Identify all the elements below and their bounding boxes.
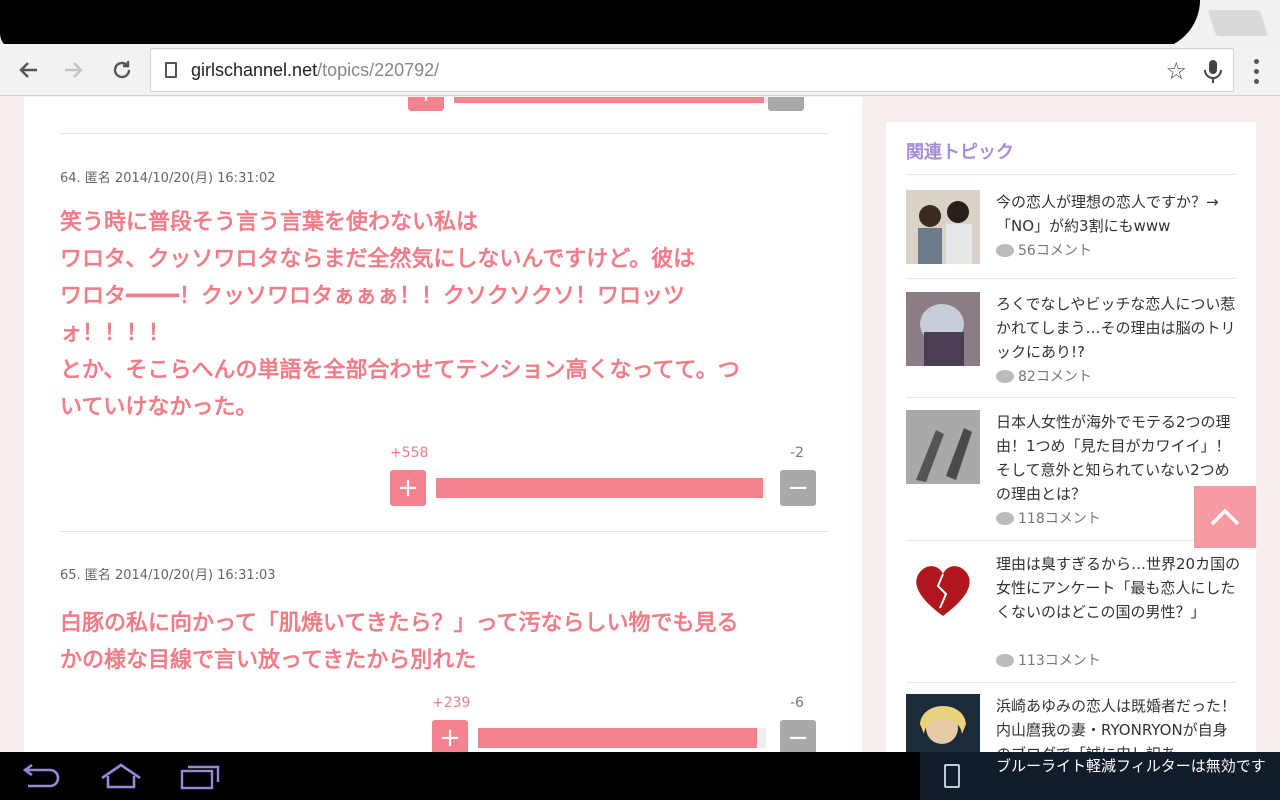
plus-button[interactable]: + xyxy=(408,97,444,111)
comment-line: ォ！！！！ xyxy=(60,321,171,346)
related-topic-title[interactable]: 今の恋人が理想の恋人ですか？→「NO」が約3割にもwww xyxy=(996,190,1242,238)
comment-line: いていけなかった。 xyxy=(60,395,258,420)
comment-line: とか、そこらへんの単語を全部合わせてテンション高くなってて。つ xyxy=(60,358,740,383)
comment-count: 56コメント xyxy=(996,240,1092,260)
divider xyxy=(906,682,1236,683)
vote-bar xyxy=(436,478,766,498)
back-button[interactable] xyxy=(10,52,46,88)
vote-bar xyxy=(454,97,784,103)
redaction-overlay xyxy=(0,0,1200,50)
minus-button[interactable]: − xyxy=(768,97,804,111)
divider xyxy=(906,540,1236,541)
divider xyxy=(906,278,1236,279)
topic-comments: + − 64. 匿名 2014/10/20(月) 16:31:02 笑う時に普段… xyxy=(24,97,862,757)
topic-thumbnail xyxy=(906,190,980,264)
page-icon xyxy=(165,62,177,78)
plus-button[interactable]: + xyxy=(432,720,468,756)
reload-button[interactable] xyxy=(104,52,140,88)
plus-button[interactable]: + xyxy=(390,470,426,506)
status-bar xyxy=(0,0,1280,50)
comment-bubble-icon xyxy=(996,243,1014,257)
divider xyxy=(906,174,1236,175)
comment-line: 笑う時に普段そう言う言葉を使わない私は xyxy=(60,210,479,235)
comment-count: 113コメント xyxy=(996,650,1101,670)
comment-bubble-icon xyxy=(996,653,1014,667)
minus-count: -2 xyxy=(790,445,804,461)
url-bar[interactable]: girlschannel.net/topics/220792/ ☆ xyxy=(150,48,1234,92)
comment-line: 白豚の私に向かって「肌焼いてきたら？」って汚ならしい物でも見る xyxy=(60,611,739,636)
system-home-icon[interactable] xyxy=(98,762,144,790)
comment-bubble-icon xyxy=(996,369,1014,383)
vote-bar-fill xyxy=(478,728,758,748)
overflow-menu-icon[interactable] xyxy=(1244,56,1268,86)
related-topic-title[interactable]: ろくでなしやビッチな恋人につい惹かれてしまう…その理由は脳のトリックにあり!? xyxy=(996,292,1242,364)
forward-arrow-icon xyxy=(65,62,83,78)
topic-thumbnail xyxy=(906,292,980,366)
url-host: girlschannel.net xyxy=(191,60,318,80)
system-back-icon[interactable] xyxy=(20,762,60,790)
topic-thumbnail xyxy=(906,410,980,484)
comment-count: 118コメント xyxy=(996,508,1101,528)
browser-toolbar: girlschannel.net/topics/220792/ ☆ xyxy=(0,44,1280,96)
comment-line: かの様な目線で言い放ってきたから別れた xyxy=(60,648,477,673)
comment-meta: 65. 匿名 2014/10/20(月) 16:31:03 xyxy=(60,568,276,583)
system-recents-icon[interactable] xyxy=(178,762,222,790)
notification-text: ブルーライト軽減フィルターは無効です xyxy=(996,757,1266,775)
scroll-to-top-button[interactable] xyxy=(1194,486,1256,548)
vote-bar-fill xyxy=(436,478,763,498)
plus-count: +239 xyxy=(432,695,471,711)
notification-area[interactable]: ブルーライト軽減フィルターは無効です xyxy=(920,752,1280,800)
comment-count-text: 113コメント xyxy=(1018,653,1101,669)
bookmark-star-icon[interactable]: ☆ xyxy=(1165,57,1187,85)
comment-body: 白豚の私に向かって「肌焼いてきたら？」って汚ならしい物でも見る かの様な目線で言… xyxy=(60,605,830,679)
comment-line: ワロタ━━━━！クッソワロタぁぁぁ！！クソクソクソ！ワロッツ xyxy=(60,284,685,309)
comment-count-text: 118コメント xyxy=(1018,511,1101,527)
microphone-icon[interactable] xyxy=(1201,58,1225,84)
chevron-up-icon xyxy=(1210,508,1240,526)
plus-count: +558 xyxy=(390,445,429,461)
related-topics-sidebar: 関連トピック 今の恋人が理想の恋人ですか？→「NO」が約3割にもwww 56コメ… xyxy=(886,122,1256,762)
new-tab-icon[interactable] xyxy=(1207,10,1269,36)
comment-count-text: 82コメント xyxy=(1018,369,1092,385)
divider xyxy=(906,397,1236,398)
reload-icon xyxy=(113,61,131,79)
vote-row: + − xyxy=(390,470,816,510)
broken-heart-icon xyxy=(906,552,980,626)
comment-count-text: 56コメント xyxy=(1018,243,1092,259)
back-arrow-icon xyxy=(19,62,37,78)
comment-count: 82コメント xyxy=(996,366,1092,386)
divider xyxy=(60,133,828,134)
comment-meta: 64. 匿名 2014/10/20(月) 16:31:02 xyxy=(60,171,276,186)
related-topics-title: 関連トピック xyxy=(906,142,1014,163)
phone-icon xyxy=(944,764,960,788)
comment-body: 笑う時に普段そう言う言葉を使わない私は ワロタ、クッソワロタならまだ全然気にしな… xyxy=(60,204,830,426)
comment-line: ワロタ、クッソワロタならまだ全然気にしないんですけど。彼は xyxy=(60,247,696,272)
minus-count: -6 xyxy=(790,695,804,711)
system-nav-bar: ブルーライト軽減フィルターは無効です xyxy=(0,752,1280,800)
vote-row-prev: + − xyxy=(390,97,816,115)
related-topic-title[interactable]: 理由は臭すぎるから…世界20カ国の女性にアンケート「最も恋人にしたくないのはどこ… xyxy=(996,552,1242,624)
minus-button[interactable]: − xyxy=(780,470,816,506)
vote-bar xyxy=(478,728,766,748)
url-path: /topics/220792/ xyxy=(317,60,440,80)
minus-button[interactable]: − xyxy=(780,720,816,756)
divider xyxy=(60,531,828,532)
forward-button[interactable] xyxy=(56,52,92,88)
url-text: girlschannel.net/topics/220792/ xyxy=(191,60,439,81)
comment-bubble-icon xyxy=(996,511,1014,525)
